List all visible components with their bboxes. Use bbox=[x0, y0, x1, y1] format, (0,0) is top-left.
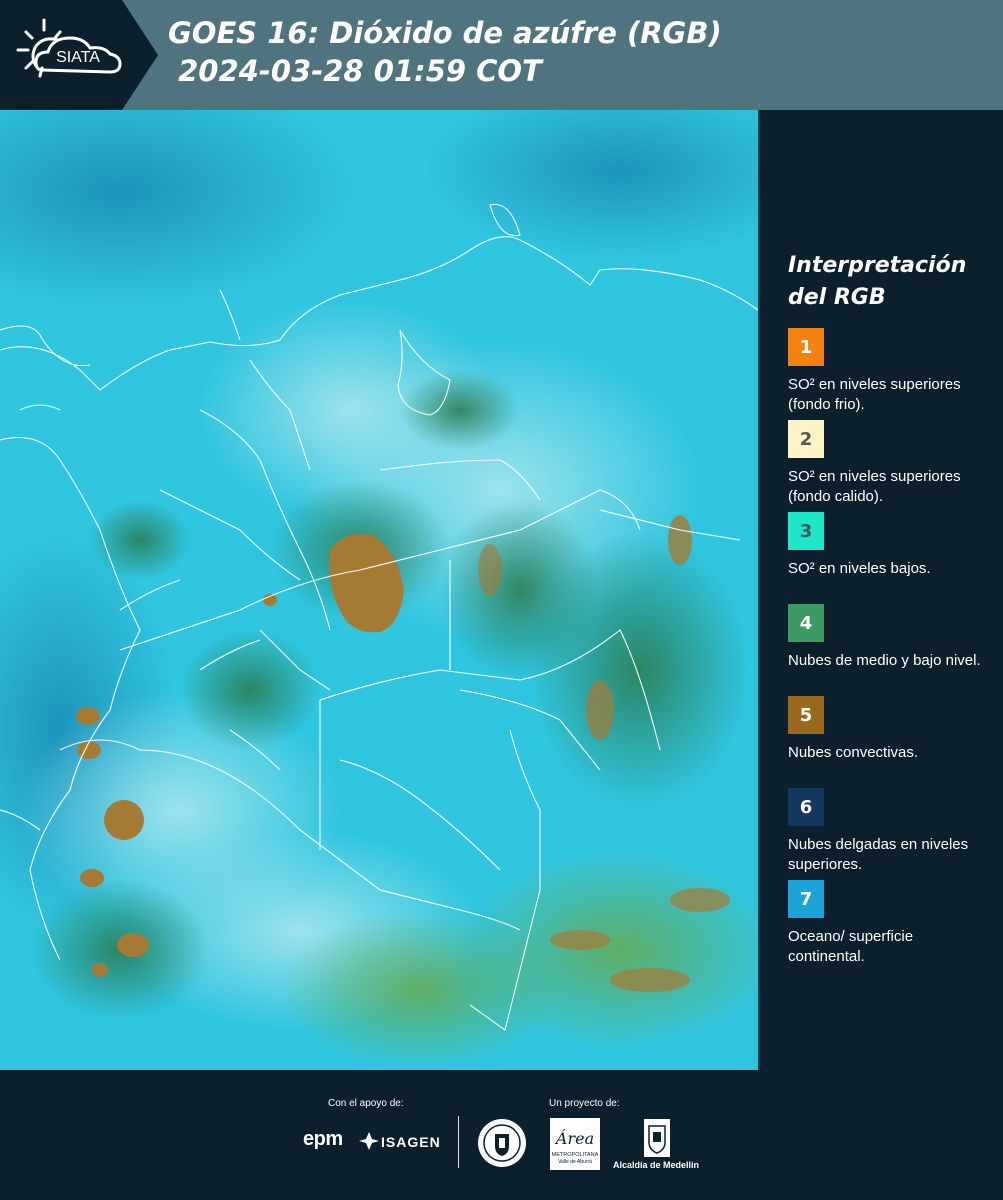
legend-swatch: 7 bbox=[788, 880, 824, 918]
siata-logo-text: SIATA bbox=[56, 49, 100, 66]
legend-swatch: 5 bbox=[788, 696, 824, 734]
legend-description: SO² en niveles superiores (fondo frio). bbox=[788, 376, 961, 413]
siata-logo-block: SIATA bbox=[0, 0, 158, 110]
title-line-2: 2024-03-28 01:59 COT bbox=[168, 54, 542, 88]
legend-title: Interpretación del RGB bbox=[788, 250, 988, 314]
isagen-logo: ISAGEN bbox=[381, 1134, 441, 1150]
support-label: Con el apoyo de: bbox=[328, 1098, 404, 1109]
legend-title-line-2: del RGB bbox=[788, 285, 886, 310]
legend-swatch: 2 bbox=[788, 420, 824, 458]
legend-item-1: 1 SO² en niveles superiores (fondo frio). bbox=[788, 328, 988, 420]
legend-description: SO² en niveles superiores (fondo calido)… bbox=[788, 468, 961, 505]
legend-description: Oceano/ superficie continental. bbox=[788, 928, 914, 965]
map-divider bbox=[758, 110, 760, 1070]
footer: Con el apoyo de: Un proyecto de: epm ISA… bbox=[0, 1070, 1003, 1200]
legend-description: Nubes de medio y bajo nivel. bbox=[788, 652, 981, 669]
legend-item-7: 7 Oceano/ superficie continental. bbox=[788, 880, 988, 972]
legend-item-4: 4 Nubes de medio y bajo nivel. bbox=[788, 604, 988, 696]
legend-description: Nubes delgadas en niveles superiores. bbox=[788, 836, 969, 873]
legend-swatch: 1 bbox=[788, 328, 824, 366]
project-label: Un proyecto de: bbox=[549, 1098, 620, 1109]
legend-item-5: 5 Nubes convectivas. bbox=[788, 696, 988, 788]
legend-description: SO² en niveles bajos. bbox=[788, 560, 931, 577]
footer-separator bbox=[458, 1116, 459, 1168]
legend-items: 1 SO² en niveles superiores (fondo frio).… bbox=[788, 328, 988, 972]
alcaldia-label: Alcaldía de Medellín bbox=[613, 1160, 700, 1170]
legend-item-6: 6 Nubes delgadas en niveles superiores. bbox=[788, 788, 988, 880]
satellite-image bbox=[0, 110, 758, 1070]
legend-swatch: 6 bbox=[788, 788, 824, 826]
title-line-1: GOES 16: Dióxido de azúfre (RGB) bbox=[168, 16, 722, 50]
satellite-map[interactable] bbox=[0, 110, 758, 1070]
rgb-legend: Interpretación del RGB 1 SO² en niveles s… bbox=[788, 250, 988, 972]
area-metropolitana-logo: Área METROPOLITANA Valle de Aburrá bbox=[550, 1118, 600, 1170]
legend-item-2: 2 SO² en niveles superiores (fondo calido… bbox=[788, 420, 988, 512]
legend-swatch: 4 bbox=[788, 604, 824, 642]
legend-description: Nubes convectivas. bbox=[788, 744, 919, 761]
alcaldia-shield-icon bbox=[644, 1119, 670, 1157]
legend-title-line-1: Interpretación bbox=[788, 253, 967, 278]
legend-item-3: 3 SO² en niveles bajos. bbox=[788, 512, 988, 604]
page-title: GOES 16: Dióxido de azúfre (RGB) 2024-03… bbox=[168, 14, 722, 90]
area-logo-title: Área bbox=[554, 1128, 594, 1148]
header-bar: SIATA GOES 16: Dióxido de azúfre (RGB) 2… bbox=[0, 0, 1003, 110]
medellin-seal-icon bbox=[478, 1119, 526, 1167]
isagen-icon bbox=[359, 1132, 379, 1150]
area-logo-sub2: Valle de Aburrá bbox=[558, 1159, 592, 1165]
legend-swatch: 3 bbox=[788, 512, 824, 550]
area-logo-sub1: METROPOLITANA bbox=[552, 1152, 599, 1158]
epm-logo: epm bbox=[303, 1128, 343, 1150]
